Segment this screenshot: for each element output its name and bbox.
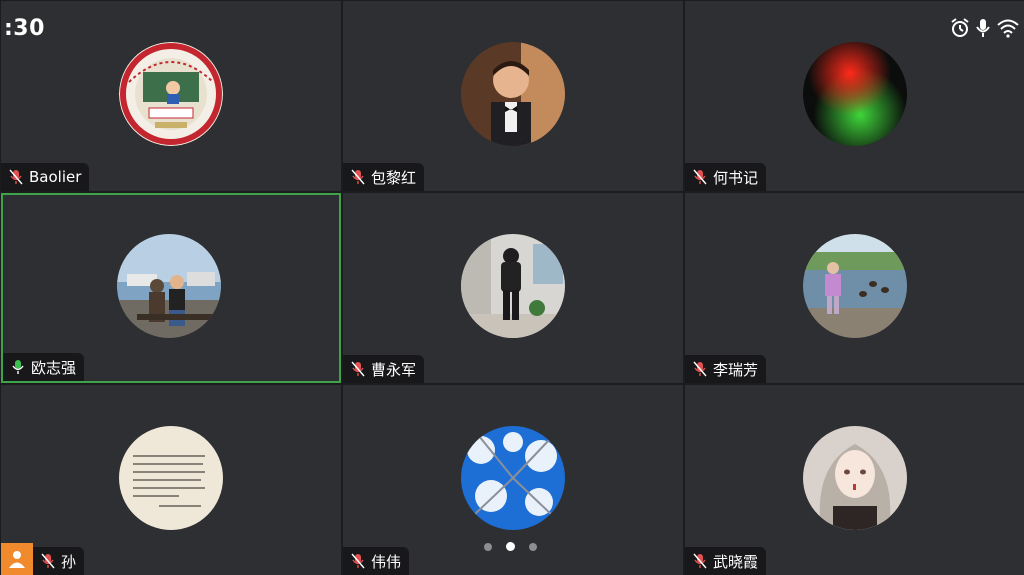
mic-muted-icon <box>351 169 365 185</box>
name-tag: 欧志强 <box>3 353 85 381</box>
host-badge <box>1 543 33 575</box>
avatar <box>119 426 223 530</box>
status-time: :30 <box>4 16 45 41</box>
mic-muted-icon <box>41 553 55 569</box>
status-icons <box>950 18 1020 42</box>
participant-name: Baolier <box>29 168 82 186</box>
participant-name: 李瑞芳 <box>713 360 759 379</box>
participant-tile[interactable]: Baolier <box>1 1 341 191</box>
avatar <box>803 426 907 530</box>
mic-muted-icon <box>9 169 23 185</box>
page-dot[interactable] <box>484 542 492 551</box>
participant-tile[interactable]: 曹永军 <box>343 193 683 383</box>
avatar <box>803 234 907 338</box>
video-grid: Baolier 包黎红 何书记 欧志强 曹永军 李瑞芳 孙 伟伟 武晓霞 <box>0 0 1024 575</box>
page-dot[interactable] <box>529 542 537 551</box>
participant-name: 伟伟 <box>371 552 402 571</box>
name-tag: 包黎红 <box>343 163 425 191</box>
person-icon <box>9 551 25 568</box>
microphone-icon <box>976 18 990 42</box>
participant-tile[interactable]: 武晓霞 <box>685 385 1024 575</box>
participant-tile[interactable]: 孙 <box>1 385 341 575</box>
mic-muted-icon <box>351 553 365 569</box>
participant-name: 武晓霞 <box>713 552 759 571</box>
name-tag: 孙 <box>33 547 85 575</box>
name-tag: 武晓霞 <box>685 547 767 575</box>
name-tag: Baolier <box>1 163 90 191</box>
name-tag: 伟伟 <box>343 547 410 575</box>
participant-name: 曹永军 <box>371 360 417 379</box>
avatar <box>803 42 907 146</box>
wifi-icon <box>996 18 1020 42</box>
participant-tile[interactable]: 李瑞芳 <box>685 193 1024 383</box>
participant-name: 孙 <box>61 552 77 571</box>
page-dot-current[interactable] <box>506 542 515 551</box>
name-tag: 何书记 <box>685 163 767 191</box>
name-tag: 曹永军 <box>343 355 425 383</box>
participant-tile-active-speaker[interactable]: 欧志强 <box>1 193 341 383</box>
avatar <box>119 42 223 146</box>
avatar <box>461 42 565 146</box>
mic-active-icon <box>11 359 25 375</box>
avatar <box>117 234 221 338</box>
name-tag: 李瑞芳 <box>685 355 767 383</box>
avatar <box>461 234 565 338</box>
participant-name: 包黎红 <box>371 168 417 187</box>
mic-muted-icon <box>351 361 365 377</box>
mic-muted-icon <box>693 553 707 569</box>
mic-muted-icon <box>693 169 707 185</box>
page-indicator[interactable] <box>484 542 537 551</box>
participant-name: 何书记 <box>713 168 759 187</box>
mic-muted-icon <box>693 361 707 377</box>
participant-name: 欧志强 <box>31 358 77 377</box>
participant-tile[interactable]: 包黎红 <box>343 1 683 191</box>
avatar <box>461 426 565 530</box>
alarm-icon <box>950 18 970 42</box>
